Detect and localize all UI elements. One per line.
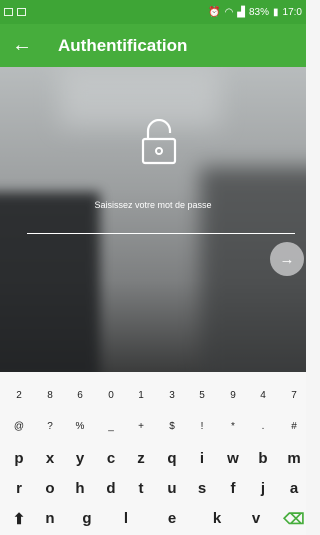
lock-icon <box>141 119 177 165</box>
key[interactable]: i <box>187 450 217 467</box>
backspace-key[interactable]: ⌫ <box>279 510 309 528</box>
key[interactable]: z <box>126 450 156 467</box>
image-notification-icon <box>4 8 13 16</box>
shift-icon: ⬆ <box>12 511 26 528</box>
key[interactable]: p <box>4 450 34 467</box>
app-bar: ← Authentification <box>0 24 306 67</box>
password-prompt: Saisissez votre mot de passe <box>94 200 212 210</box>
key[interactable]: 5 <box>187 390 217 401</box>
key[interactable]: + <box>126 421 156 432</box>
key[interactable]: j <box>248 480 278 497</box>
key[interactable]: * <box>218 421 248 432</box>
key[interactable]: b <box>248 450 278 467</box>
next-button[interactable]: → <box>270 242 304 276</box>
key[interactable]: ! <box>187 421 217 432</box>
key[interactable]: e <box>157 510 187 527</box>
key[interactable]: 0 <box>96 390 126 401</box>
background-shape <box>0 192 100 372</box>
background-shape <box>60 67 220 127</box>
key[interactable]: _ <box>96 421 126 432</box>
key[interactable]: h <box>65 480 95 497</box>
key[interactable]: 7 <box>279 390 309 401</box>
key[interactable]: . <box>248 421 278 432</box>
calendar-notification-icon <box>17 8 26 16</box>
status-bar: ⏰ ◠ ▟ 83% ▮ 17:0 <box>0 0 306 24</box>
key[interactable]: l <box>111 510 141 527</box>
key[interactable]: w <box>218 450 248 467</box>
clock: 17:0 <box>282 6 302 18</box>
battery-icon: ▮ <box>273 6 279 18</box>
signal-icon: ▟ <box>237 6 245 18</box>
key[interactable]: q <box>157 450 187 467</box>
key[interactable]: d <box>96 480 126 497</box>
key[interactable]: ? <box>35 421 65 432</box>
wifi-icon: ◠ <box>224 6 234 18</box>
key[interactable]: % <box>65 421 95 432</box>
battery-percentage: 83% <box>249 6 270 18</box>
key[interactable]: 6 <box>65 390 95 401</box>
key[interactable]: f <box>218 480 248 497</box>
key[interactable]: 4 <box>248 390 278 401</box>
key[interactable]: y <box>65 450 95 467</box>
password-input[interactable] <box>27 233 295 234</box>
key[interactable]: x <box>35 450 65 467</box>
key[interactable]: 1 <box>126 390 156 401</box>
key[interactable]: 8 <box>35 390 65 401</box>
key[interactable]: u <box>157 480 187 497</box>
auth-background: Saisissez votre mot de passe → <box>0 67 306 372</box>
arrow-back-icon: ← <box>12 34 32 56</box>
key[interactable]: s <box>187 480 217 497</box>
page-title: Authentification <box>58 35 188 55</box>
key[interactable]: k <box>202 510 232 527</box>
key[interactable]: # <box>279 421 309 432</box>
key[interactable]: @ <box>4 421 34 432</box>
back-button[interactable]: ← <box>0 24 44 67</box>
shift-key[interactable]: ⬆ <box>4 510 34 528</box>
key[interactable]: a <box>279 480 309 497</box>
key[interactable]: r <box>4 480 34 497</box>
key[interactable]: c <box>96 450 126 467</box>
arrow-forward-icon: → <box>279 250 295 268</box>
key[interactable]: o <box>35 480 65 497</box>
backspace-icon: ⌫ <box>283 511 305 528</box>
key[interactable]: 3 <box>157 390 187 401</box>
key[interactable]: t <box>126 480 156 497</box>
key[interactable]: 2 <box>4 390 34 401</box>
key[interactable]: m <box>279 450 309 467</box>
key[interactable]: v <box>241 510 271 527</box>
keyboard: 2 8 6 0 1 3 5 9 4 7 @ ? % _ + $ ! * . # … <box>0 372 306 535</box>
key[interactable]: g <box>72 510 102 527</box>
key[interactable]: 9 <box>218 390 248 401</box>
alarm-icon: ⏰ <box>208 6 221 18</box>
key[interactable]: n <box>35 510 65 527</box>
key[interactable]: $ <box>157 421 187 432</box>
